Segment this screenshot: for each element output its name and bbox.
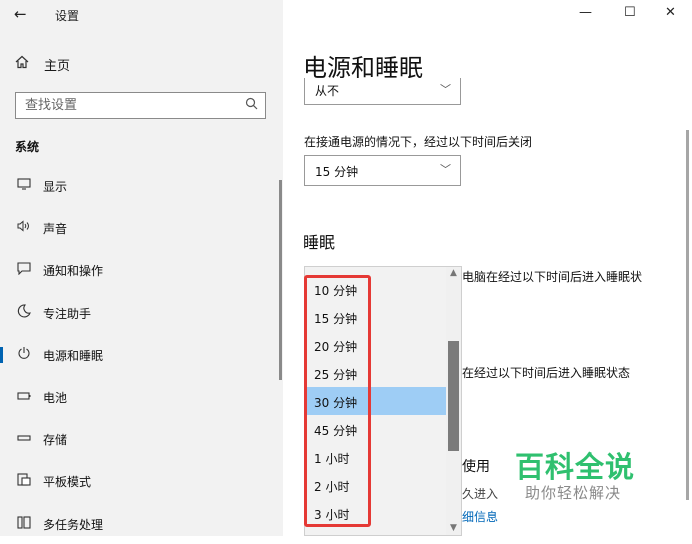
sidebar-item-label: 多任务处理: [43, 517, 104, 532]
dropdown-value: 15 分钟: [315, 165, 359, 179]
sidebar-item-label: 电源和睡眠: [43, 348, 104, 363]
scroll-up-icon[interactable]: ▲: [446, 268, 461, 278]
sidebar-item-label: 存储: [43, 432, 68, 447]
dropdown-option[interactable]: 10 分钟: [305, 275, 446, 303]
sidebar-item-display[interactable]: 显示: [0, 166, 280, 206]
sleep-heading: 睡眠: [303, 233, 336, 252]
dropdown-option[interactable]: 15 分钟: [305, 303, 446, 331]
sidebar-item-label: 专注助手: [43, 306, 92, 321]
watermark-subtitle: 助你轻松解决: [525, 484, 622, 502]
sleep-time-dropdown-list[interactable]: 10 分钟 15 分钟 20 分钟 25 分钟 30 分钟 45 分钟 1 小时…: [304, 266, 462, 536]
dropdown-option[interactable]: 25 分钟: [305, 359, 446, 387]
storage-icon: [15, 432, 33, 447]
chevron-down-icon: ﹀: [440, 83, 451, 96]
search-box[interactable]: [15, 92, 266, 119]
sidebar-item-multitasking[interactable]: 多任务处理: [0, 504, 280, 544]
section-header-system: 系统: [15, 140, 40, 154]
display-icon: [15, 178, 33, 194]
sidebar-item-power-sleep[interactable]: 电源和睡眠: [0, 335, 280, 375]
sidebar-scrollbar[interactable]: [279, 180, 282, 380]
dropdown-scrollbar[interactable]: ▲ ▼: [446, 267, 461, 535]
moon-icon: [15, 304, 33, 322]
plugged-in-screen-dropdown[interactable]: 15 分钟 ﹀: [304, 155, 461, 186]
dropdown-option[interactable]: 20 分钟: [305, 331, 446, 359]
dropdown-option[interactable]: 1 小时: [305, 443, 446, 471]
back-arrow-icon[interactable]: ←: [14, 5, 27, 23]
sound-icon: [15, 220, 33, 236]
selected-indicator: [0, 347, 3, 363]
notifications-icon: [15, 261, 33, 279]
scrollbar-thumb[interactable]: [448, 341, 459, 451]
description-text: 久进入: [462, 487, 499, 501]
main-scrollbar[interactable]: [686, 130, 689, 500]
screen-off-dropdown[interactable]: 从不 ﹀: [304, 78, 461, 105]
maximize-icon[interactable]: ☐: [624, 5, 636, 20]
sidebar-item-notifications[interactable]: 通知和操作: [0, 250, 280, 290]
close-icon[interactable]: ✕: [665, 5, 676, 20]
battery-sleep-label: 电脑在经过以下时间后进入睡眠状: [462, 270, 643, 284]
sidebar-item-label: 显示: [43, 179, 68, 194]
sidebar-item-label: 平板模式: [43, 474, 92, 489]
more-info-link[interactable]: 细信息: [462, 508, 498, 525]
sidebar: ← 设置 主页 系统 显示 声音 通知和操作 专注助手: [0, 0, 283, 536]
home-icon: [15, 55, 33, 73]
sidebar-item-label: 电池: [43, 390, 68, 405]
battery-icon: [15, 390, 33, 405]
sidebar-item-focus-assist[interactable]: 专注助手: [0, 293, 280, 333]
dropdown-value: 从不: [315, 84, 340, 98]
dropdown-option[interactable]: 3 小时: [305, 499, 446, 527]
plugged-in-sleep-label: 在经过以下时间后进入睡眠状态: [462, 366, 631, 380]
watermark-title: 百科全说: [515, 450, 636, 484]
title-bar: ← 设置: [0, 0, 283, 30]
dropdown-option[interactable]: 45 分钟: [305, 415, 446, 443]
sidebar-item-tablet-mode[interactable]: 平板模式: [0, 461, 280, 501]
chevron-down-icon: ﹀: [440, 163, 451, 176]
scroll-down-icon[interactable]: ▼: [446, 523, 461, 533]
sidebar-item-home[interactable]: 主页: [15, 54, 70, 74]
sidebar-item-storage[interactable]: 存储: [0, 419, 280, 459]
sidebar-item-battery[interactable]: 电池: [0, 377, 280, 417]
tablet-mode-icon: [15, 472, 33, 490]
home-label: 主页: [44, 58, 71, 74]
related-settings-heading: 使用: [462, 459, 490, 475]
sidebar-item-label: 通知和操作: [43, 263, 104, 278]
minimize-icon[interactable]: —: [579, 5, 592, 20]
search-input[interactable]: [16, 93, 240, 118]
window-title: 设置: [55, 9, 80, 23]
dropdown-option-selected[interactable]: 30 分钟: [305, 387, 446, 415]
multitasking-icon: [15, 515, 33, 533]
power-icon: [15, 346, 33, 364]
plugged-in-screen-label: 在接通电源的情况下，经过以下时间后关闭: [304, 135, 533, 149]
dropdown-option[interactable]: 2 小时: [305, 471, 446, 499]
sidebar-item-sound[interactable]: 声音: [0, 208, 280, 248]
sidebar-item-label: 声音: [43, 221, 68, 236]
search-icon[interactable]: [245, 97, 258, 114]
